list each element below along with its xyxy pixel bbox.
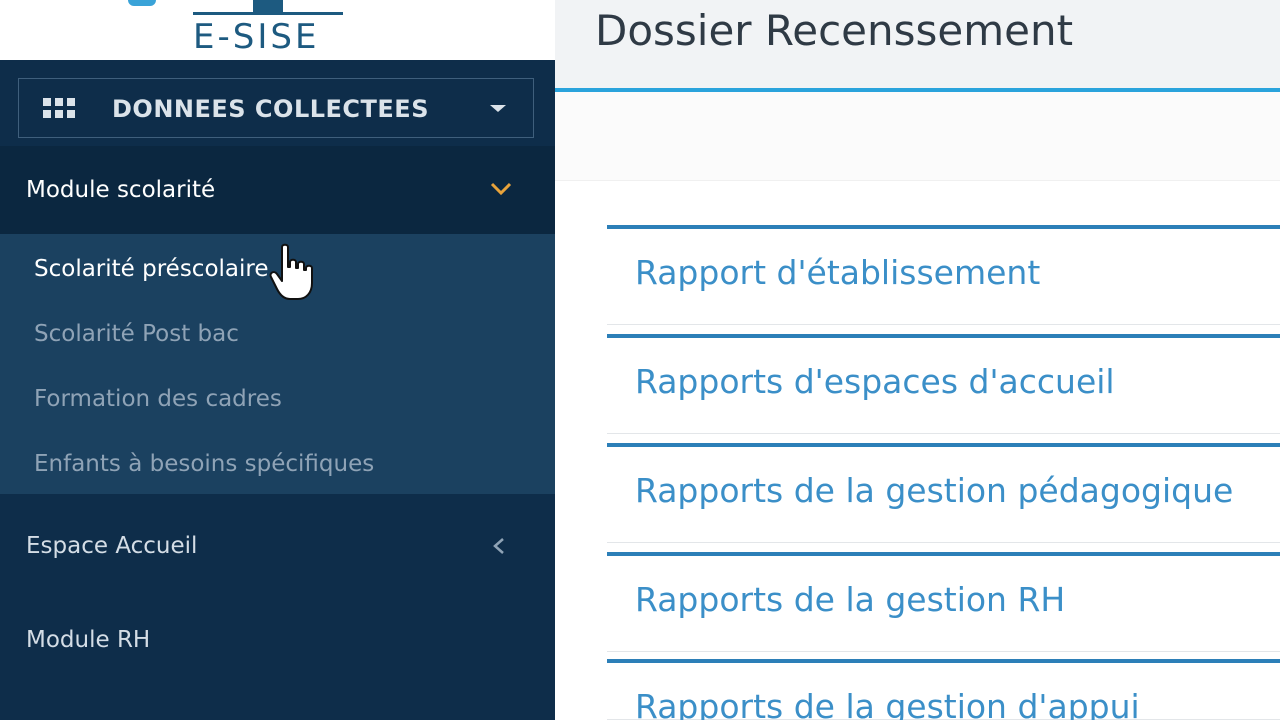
- toolbar-band: [555, 92, 1280, 181]
- report-item-gestion-appui[interactable]: Rapports de la gestion d'appui: [607, 659, 1280, 720]
- logo-bar: [193, 0, 343, 15]
- page-title: Dossier Recenssement: [595, 6, 1074, 55]
- sidebar-item-module-rh[interactable]: Module RH: [26, 626, 150, 654]
- logo-area: E-SISE: [0, 0, 555, 60]
- submenu-scolarite: Scolarité préscolaire Scolarité Post bac…: [0, 234, 555, 494]
- report-item-etablissement[interactable]: Rapport d'établissement: [607, 225, 1280, 325]
- sidebar-item-espace-accueil[interactable]: Espace Accueil: [26, 532, 197, 560]
- report-item-gestion-pedagogique[interactable]: Rapports de la gestion pédagogique: [607, 443, 1280, 543]
- main-content: Dossier Recenssement Rapport d'établisse…: [555, 0, 1280, 720]
- report-link[interactable]: Rapports de la gestion RH: [635, 580, 1065, 620]
- report-link[interactable]: Rapports de la gestion pédagogique: [635, 471, 1233, 511]
- sidebar-item-module-scolarite[interactable]: Module scolarité: [0, 146, 555, 234]
- logo-text: E-SISE: [193, 17, 320, 57]
- sidebar: E-SISE DONNEES COLLECTEES Module scolari…: [0, 0, 555, 720]
- submenu-item-scolarite-post-bac[interactable]: Scolarité Post bac: [34, 320, 239, 348]
- logo-mark: [128, 0, 156, 6]
- chevron-down-icon: [490, 182, 512, 196]
- report-link[interactable]: Rapport d'établissement: [635, 253, 1040, 293]
- submenu-item-scolarite-prescolaire[interactable]: Scolarité préscolaire: [34, 255, 269, 283]
- submenu-item-formation-des-cadres[interactable]: Formation des cadres: [34, 385, 282, 413]
- page-header: Dossier Recenssement: [555, 0, 1280, 92]
- submenu-item-enfants-besoins-specifiques[interactable]: Enfants à besoins spécifiques: [34, 450, 374, 478]
- dropdown-label: DONNEES COLLECTEES: [112, 95, 429, 123]
- report-item-gestion-rh[interactable]: Rapports de la gestion RH: [607, 552, 1280, 652]
- report-item-espaces-accueil[interactable]: Rapports d'espaces d'accueil: [607, 334, 1280, 434]
- report-link[interactable]: Rapports d'espaces d'accueil: [635, 362, 1115, 402]
- report-link[interactable]: Rapports de la gestion d'appui: [635, 687, 1140, 720]
- chevron-left-icon: [493, 538, 504, 554]
- app-window: E-SISE DONNEES COLLECTEES Module scolari…: [0, 0, 1280, 720]
- data-collected-dropdown[interactable]: DONNEES COLLECTEES: [18, 78, 534, 138]
- sidebar-item-label: Module scolarité: [26, 177, 216, 203]
- caret-down-icon: [490, 105, 506, 112]
- grid-icon: [43, 98, 75, 118]
